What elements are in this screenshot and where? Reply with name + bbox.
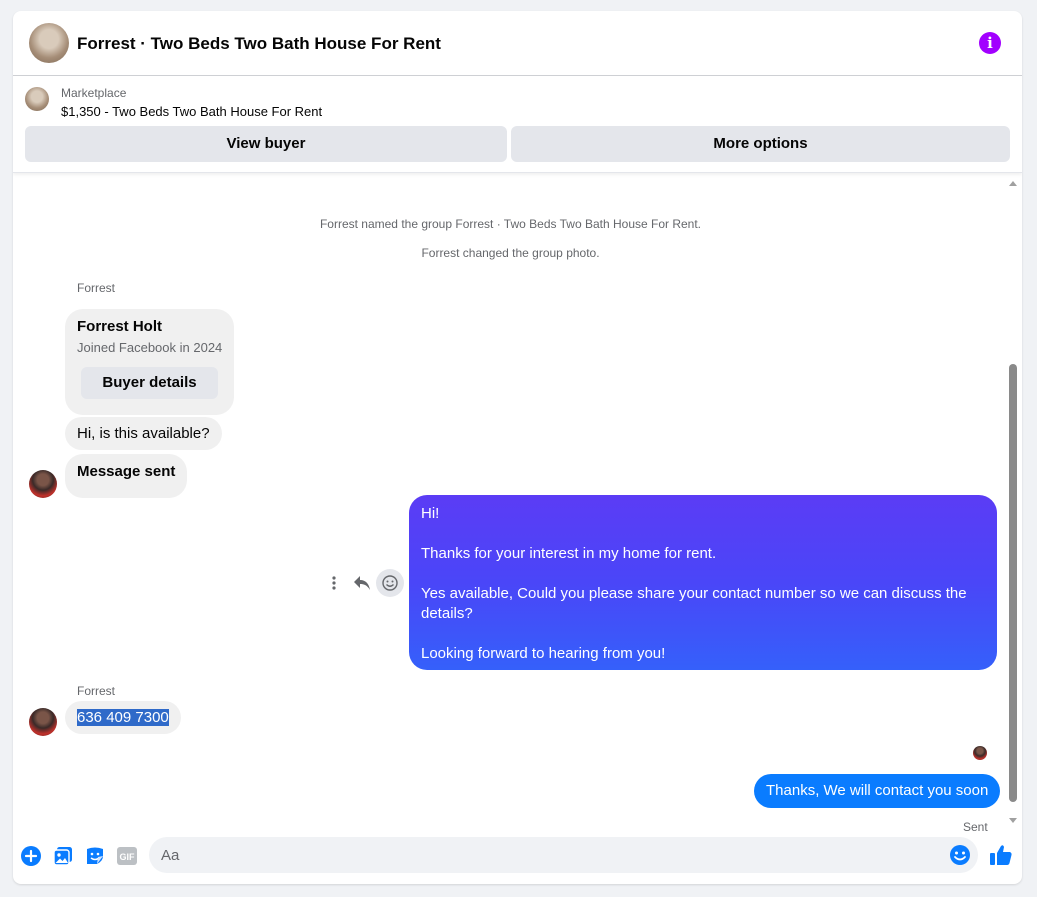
sticker-icon[interactable] xyxy=(84,845,106,867)
listing-bar: Marketplace $1,350 - Two Beds Two Bath H… xyxy=(13,76,1022,173)
more-options-button[interactable]: More options xyxy=(511,126,1010,162)
chat-header: Forrest · Two Beds Two Bath House For Re… xyxy=(13,11,1022,76)
message-line: Hi! xyxy=(421,505,440,522)
buyer-name: Forrest Holt xyxy=(77,318,163,335)
seen-avatar xyxy=(973,746,987,760)
chat-title[interactable]: Forrest · Two Beds Two Bath House For Re… xyxy=(77,34,441,54)
like-icon[interactable] xyxy=(989,843,1013,867)
group-avatar[interactable] xyxy=(29,23,69,63)
phone-number[interactable]: 636 409 7300 xyxy=(77,709,169,726)
sender-avatar[interactable] xyxy=(29,470,57,498)
listing-category: Marketplace xyxy=(61,86,127,100)
info-icon[interactable]: i xyxy=(979,32,1001,54)
message-line: Yes available, Could you please share yo… xyxy=(421,585,971,622)
scrollbar-thumb[interactable] xyxy=(1009,364,1017,802)
view-buyer-button[interactable]: View buyer xyxy=(25,126,507,162)
chat-panel: Forrest · Two Beds Two Bath House For Re… xyxy=(13,11,1022,884)
outgoing-message[interactable]: Hi! Thanks for your interest in my home … xyxy=(409,495,997,670)
react-icon[interactable] xyxy=(376,569,404,597)
gif-label: GIF xyxy=(120,852,136,862)
emoji-icon[interactable] xyxy=(949,844,971,866)
scroll-down-icon[interactable] xyxy=(1009,818,1017,823)
sender-name: Forrest xyxy=(77,281,116,295)
photo-icon[interactable] xyxy=(52,845,74,867)
incoming-message[interactable]: Hi, is this available? xyxy=(65,417,222,450)
incoming-message[interactable]: 636 409 7300 xyxy=(65,701,181,734)
composer: GIF xyxy=(13,833,1022,884)
sender-name: Forrest xyxy=(77,684,116,698)
system-message: Forrest named the group Forrest · Two Be… xyxy=(319,217,702,231)
outgoing-message[interactable]: Thanks, We will contact you soon xyxy=(754,774,1001,808)
message-line: Thanks for your interest in my home for … xyxy=(421,545,717,562)
plus-icon[interactable] xyxy=(20,845,42,867)
scroll-up-icon[interactable] xyxy=(1009,181,1017,186)
more-icon[interactable] xyxy=(320,569,348,597)
listing-thumbnail xyxy=(25,87,49,111)
message-line: Looking forward to hearing from you! xyxy=(421,645,666,662)
sent-status: Sent xyxy=(963,820,988,834)
message-input[interactable] xyxy=(161,837,931,873)
buyer-card: Forrest Holt Joined Facebook in 2024 Buy… xyxy=(65,309,234,415)
listing-title[interactable]: $1,350 - Two Beds Two Bath House For Ren… xyxy=(61,104,322,119)
reply-icon[interactable] xyxy=(348,569,376,597)
message-list: Forrest named the group Forrest · Two Be… xyxy=(13,173,1022,834)
system-message: Forrest changed the group photo. xyxy=(421,246,600,260)
message-input-wrapper xyxy=(149,837,978,873)
buyer-joined: Joined Facebook in 2024 xyxy=(77,340,223,355)
gif-icon[interactable]: GIF xyxy=(116,845,138,867)
buyer-details-button[interactable]: Buyer details xyxy=(81,367,218,399)
sender-avatar[interactable] xyxy=(29,708,57,736)
incoming-message[interactable]: Message sent xyxy=(65,454,188,498)
scrollbar[interactable] xyxy=(1005,173,1022,833)
